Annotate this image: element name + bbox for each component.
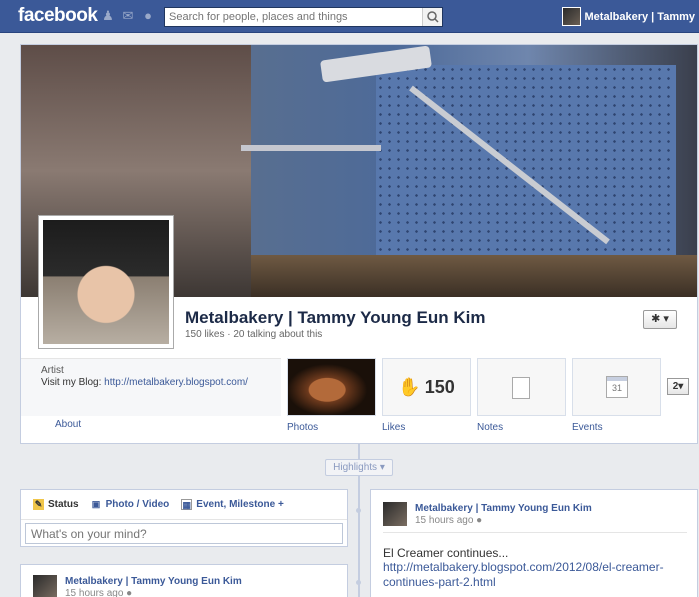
highlights-dropdown[interactable]: Highlights ▾ [325, 459, 393, 476]
likes-app-tile[interactable]: ✋ 150 [382, 358, 471, 416]
tab-photo-video-label: Photo / Video [105, 499, 170, 510]
top-user-name: Metalbakery | Tammy [584, 10, 695, 23]
messages-icon[interactable]: ✉ [121, 9, 135, 23]
search-input[interactable] [165, 8, 423, 26]
post-timestamp[interactable]: 15 hours ago ● [415, 515, 482, 526]
post-time-text: 15 hours ago [415, 515, 474, 526]
notes-app-tile[interactable] [477, 358, 566, 416]
top-user-link[interactable]: Metalbakery | Tammy [561, 7, 695, 26]
facebook-logo[interactable]: facebook [18, 5, 98, 27]
page-category: Artist [41, 365, 64, 376]
cover-shelf [241, 145, 381, 151]
globe-icon: ● [476, 515, 483, 526]
likes-count-box: ✋ 150 [383, 359, 470, 415]
timeline-dot [356, 580, 361, 585]
post-author[interactable]: Metalbakery | Tammy Young Eun Kim [415, 503, 592, 514]
composer-tabs: ✎ Status ▣ Photo / Video ▦ Event, Milest… [21, 490, 347, 520]
highlights-label: Highlights [333, 462, 378, 473]
camera-icon: ▣ [91, 499, 101, 509]
likes-count: 150 [424, 376, 455, 397]
notes-icon [512, 377, 530, 399]
status-composer: ✎ Status ▣ Photo / Video ▦ Event, Milest… [20, 489, 348, 547]
chevron-down-icon: ▾ [678, 381, 684, 392]
tab-status[interactable]: ✎ Status [33, 499, 79, 510]
photos-thumbnail [288, 359, 375, 415]
post-divider [383, 532, 687, 533]
globe-icon: ● [126, 588, 133, 597]
chevron-down-icon: ▾ [379, 462, 385, 473]
post-link[interactable]: http://metalbakery.blogspot.com/2012/08/… [383, 560, 683, 590]
about-summary: Artist Visit my Blog: http://metalbakery… [21, 358, 281, 416]
likes-app-label[interactable]: Likes [382, 422, 405, 433]
avatar [561, 7, 581, 26]
tab-event-milestone-label: Event, Milestone + [196, 499, 284, 510]
tab-event-milestone[interactable]: ▦ Event, Milestone + [181, 499, 284, 510]
jewel-bar: ♟ ✉ ● [101, 9, 155, 23]
page-header: Metalbakery | Tammy Young Eun Kim 150 li… [20, 44, 698, 444]
search-icon [427, 11, 439, 23]
post-text: El Creamer continues... [383, 546, 509, 560]
post-author[interactable]: Metalbakery | Tammy Young Eun Kim [65, 576, 242, 587]
search-button[interactable] [422, 8, 442, 26]
tab-photo-video[interactable]: ▣ Photo / Video [91, 499, 170, 510]
page-options-button[interactable]: ✱ ▾ [643, 310, 677, 329]
top-bar: facebook ♟ ✉ ● Metalbakery | Tammy [0, 0, 699, 33]
post-time-text: 15 hours ago [65, 588, 124, 597]
photos-app-tile[interactable] [287, 358, 376, 416]
timeline-post: Metalbakery | Tammy Young Eun Kim 15 hou… [20, 564, 348, 597]
search-box [164, 7, 443, 27]
timeline-post: Metalbakery | Tammy Young Eun Kim 15 hou… [370, 489, 698, 597]
about-link[interactable]: About [55, 419, 81, 430]
about-blog-line: Visit my Blog: http://metalbakery.blogsp… [41, 377, 248, 388]
timeline-dot [356, 508, 361, 513]
about-blog-label: Visit my Blog: [41, 377, 102, 388]
events-app-tile[interactable]: 31 [572, 358, 661, 416]
tab-status-label: Status [48, 499, 79, 510]
pencil-icon: ✎ [33, 499, 44, 510]
page-stats: 150 likes · 20 talking about this [185, 329, 323, 340]
gear-icon: ✱ ▾ [651, 313, 669, 325]
avatar[interactable] [383, 502, 407, 526]
more-apps-button[interactable]: 2▾ [667, 378, 689, 395]
notes-app-label[interactable]: Notes [477, 422, 503, 433]
status-input[interactable] [25, 523, 343, 544]
calendar-icon: 31 [606, 376, 628, 398]
globe-icon[interactable]: ● [141, 9, 155, 23]
avatar[interactable] [33, 575, 57, 597]
thumbs-up-icon: ✋ [398, 376, 421, 397]
friends-icon[interactable]: ♟ [101, 9, 115, 23]
profile-photo [43, 220, 169, 344]
blog-link[interactable]: http://metalbakery.blogspot.com/ [104, 377, 248, 388]
post-timestamp[interactable]: 15 hours ago ● [65, 588, 132, 597]
cover-bench [251, 255, 697, 297]
photos-app-label[interactable]: Photos [287, 422, 318, 433]
profile-picture[interactable] [38, 215, 174, 349]
page-title: Metalbakery | Tammy Young Eun Kim [185, 308, 486, 327]
calendar-icon: ▦ [181, 499, 193, 510]
events-app-label[interactable]: Events [572, 422, 603, 433]
